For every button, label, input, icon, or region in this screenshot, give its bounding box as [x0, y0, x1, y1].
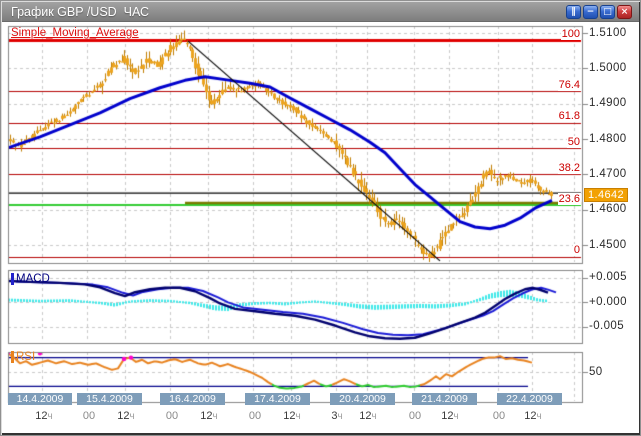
title-bar[interactable]: График GBP /USD ЧАС ∥ −□ ×	[2, 2, 639, 22]
macd-scale-label: +0.005	[589, 271, 627, 283]
fib-level-label: 0	[573, 244, 581, 256]
minimize-button[interactable]: −	[583, 5, 598, 19]
time-label: 12ч	[359, 410, 376, 423]
macd-scale-label: -0.005	[589, 320, 624, 332]
time-label: 12ч	[524, 410, 541, 423]
rsi-scale-label: 50	[589, 366, 603, 378]
price-scale-label: 1.4500	[589, 239, 627, 251]
fib-level-label: 100	[561, 28, 581, 40]
price-scale-label: 1.5000	[589, 62, 627, 74]
fib-level-label: 23.6	[558, 193, 581, 205]
price-scale-label: 1.4600	[589, 203, 627, 215]
time-label: 00	[249, 410, 261, 423]
fib-level-label: 61.8	[558, 110, 581, 122]
date-label: 15.4.2009	[77, 393, 142, 405]
close-icon: ×	[621, 7, 629, 17]
time-label: 00	[409, 410, 421, 423]
time-label: 12ч	[35, 410, 52, 423]
fib-level-label: 38.2	[558, 162, 581, 174]
fib-level-label: 76.4	[558, 79, 581, 91]
price-scale-label: 1.4800	[589, 133, 627, 145]
price-scale-label: 1.5100	[589, 27, 627, 39]
price-scale-label: 1.4700	[589, 168, 627, 180]
date-label: 20.4.2009	[330, 393, 395, 405]
time-label: 00	[166, 410, 178, 423]
minimize-icon: −	[587, 7, 595, 17]
window-title: График GBP /USD ЧАС	[11, 2, 149, 22]
date-label: 16.4.2009	[160, 393, 225, 405]
sma-indicator-label: Simple_Moving_Average	[11, 27, 139, 39]
price-scale-label: 1.4900	[589, 97, 627, 109]
time-label: 12ч	[117, 410, 134, 423]
chart-window: График GBP /USD ЧАС ∥ −□ × Simple_Moving_A…	[0, 0, 641, 436]
fib-level-label: 50	[567, 136, 581, 148]
chart-canvas[interactable]	[0, 0, 641, 436]
date-label: 21.4.2009	[412, 393, 477, 405]
rsi-indicator-label: RSI	[11, 351, 35, 363]
close-button[interactable]: ×	[617, 5, 632, 19]
time-label: 12ч	[441, 410, 458, 423]
macd-scale-label: +0.000	[589, 296, 627, 308]
window-controls: ∥ −□ ×	[566, 5, 632, 19]
time-label: 12ч	[283, 410, 300, 423]
time-label: 12ч	[200, 410, 217, 423]
date-label: 22.4.2009	[497, 393, 562, 405]
pause-icon: ∥	[571, 7, 576, 17]
time-label: 00	[83, 410, 95, 423]
macd-indicator-label: MACD	[11, 273, 50, 285]
current-price-badge: 1.4642	[584, 188, 628, 202]
pause-button[interactable]: ∥	[566, 5, 581, 19]
time-label: 00	[493, 410, 505, 423]
date-label: 14.4.2009	[8, 393, 72, 405]
maximize-icon: □	[603, 7, 612, 17]
maximize-button[interactable]: □	[600, 5, 615, 19]
date-label: 17.4.2009	[245, 393, 310, 405]
time-label: 3ч	[331, 410, 342, 423]
